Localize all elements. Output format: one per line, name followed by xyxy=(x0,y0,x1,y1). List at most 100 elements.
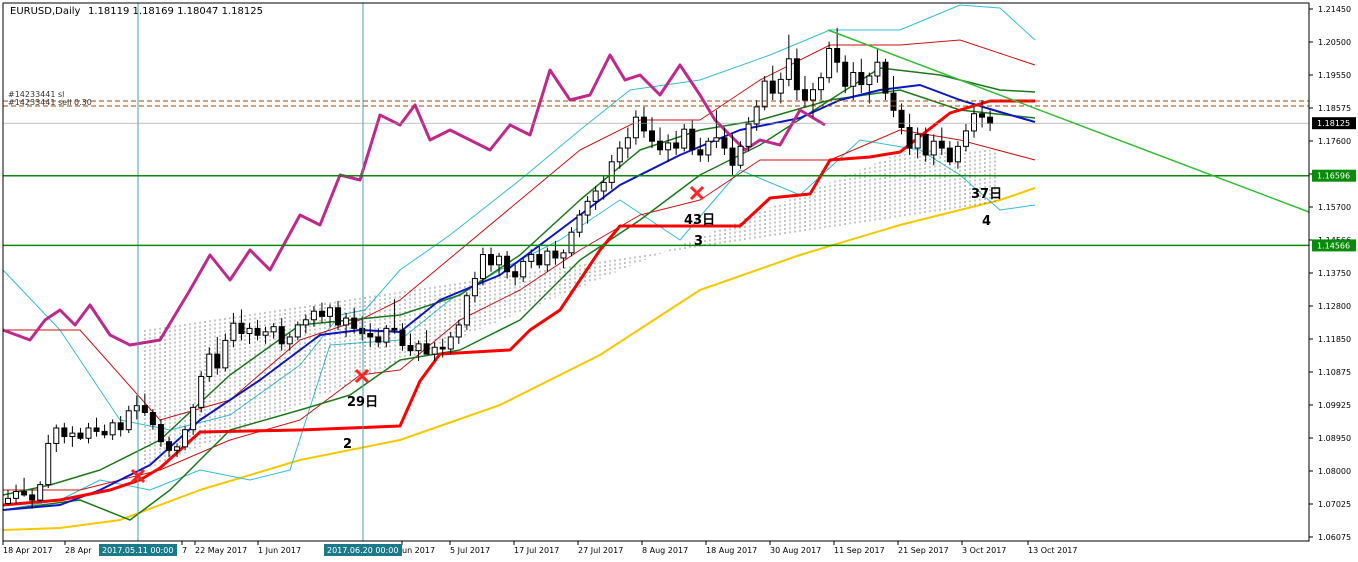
order-sell-label: #14233441 sell 0.30 xyxy=(8,98,92,107)
time-tick-label: 11 Sep 2017 xyxy=(834,546,885,555)
candle-body xyxy=(914,133,921,149)
candle-body xyxy=(930,140,937,156)
candle-body xyxy=(230,322,237,341)
candle-body xyxy=(141,405,148,414)
time-tick-label: 13 Oct 2017 xyxy=(1028,546,1077,555)
candle-body xyxy=(584,200,591,216)
candle-body xyxy=(777,78,784,94)
price-tick-label: 1.08000 xyxy=(1318,467,1351,476)
candle-body xyxy=(222,339,229,369)
candle-body xyxy=(133,405,140,412)
candle-body xyxy=(407,345,414,352)
candle-body xyxy=(560,252,567,259)
price-tick-label: 1.18575 xyxy=(1318,104,1351,113)
ohlc-label: 1.18119 1.18169 1.18047 1.18125 xyxy=(88,6,263,17)
time-tick-label: 28 Apr xyxy=(65,546,92,555)
candle-body xyxy=(318,310,325,317)
candle-body xyxy=(423,343,430,355)
candle-body xyxy=(37,484,44,501)
candle-body xyxy=(874,61,881,77)
candle-body xyxy=(101,430,108,436)
candle-body xyxy=(520,260,527,278)
candle-body xyxy=(697,149,704,156)
price-tick-label: 1.06075 xyxy=(1318,533,1351,542)
candle-body xyxy=(632,116,639,139)
candle-body xyxy=(657,140,664,151)
candle-body xyxy=(214,353,221,369)
candle-body xyxy=(262,331,269,336)
candle-body xyxy=(415,343,422,352)
candle-body xyxy=(496,255,503,266)
time-tick-label: 17 Jul 2017 xyxy=(514,546,559,555)
price-tick-label: 1.13750 xyxy=(1318,269,1351,278)
candle-body xyxy=(455,324,462,338)
crosshair-tag-may: 2017.05.11 00:00 xyxy=(99,544,177,556)
candle-body xyxy=(512,271,519,278)
price-tick-label: 1.12800 xyxy=(1318,302,1351,311)
candle-body xyxy=(834,47,841,63)
candle-body xyxy=(463,295,470,326)
candle-body xyxy=(785,58,792,80)
candle-body xyxy=(149,412,156,426)
time-tick-label: 18 Aug 2017 xyxy=(706,546,757,555)
candle-body xyxy=(488,254,494,266)
candle-body xyxy=(85,427,92,439)
candle-body xyxy=(310,310,317,321)
annotation-number-4: 4 xyxy=(982,214,991,229)
candle-body xyxy=(536,254,543,266)
candle-body xyxy=(77,432,84,439)
candle-body xyxy=(616,147,623,163)
candle-body xyxy=(544,250,551,266)
candle-body xyxy=(649,130,655,142)
candle-body xyxy=(954,145,961,163)
svg-text:1.18125: 1.18125 xyxy=(1317,119,1350,128)
candle-body xyxy=(109,422,116,436)
candle-body xyxy=(673,142,680,149)
candle-body xyxy=(93,427,100,432)
candle-body xyxy=(13,490,20,499)
candle-body xyxy=(608,161,615,183)
price-chart[interactable]: EURUSD,Daily 1.18119 1.18169 1.18047 1.1… xyxy=(0,0,1358,562)
candle-body xyxy=(270,326,277,333)
symbol-label: EURUSD,Daily xyxy=(10,6,81,17)
level-1-badge: 1.16596 xyxy=(1312,169,1356,182)
candle-body xyxy=(254,327,261,336)
candle-body xyxy=(198,375,205,408)
candle-body xyxy=(729,147,736,166)
candle-body xyxy=(665,142,672,151)
candle-body xyxy=(568,231,575,254)
candle-body xyxy=(431,346,438,355)
candle-body xyxy=(174,446,181,451)
candle-body xyxy=(302,319,309,326)
candle-body xyxy=(246,327,253,335)
candle-body xyxy=(294,324,301,338)
candle-body xyxy=(600,181,607,192)
candle-body xyxy=(962,130,969,147)
candle-body xyxy=(761,80,768,108)
candle-body xyxy=(850,72,857,87)
price-tick-label: 1.20500 xyxy=(1318,38,1351,47)
annotation-29-days: 29日 xyxy=(347,395,378,410)
candle-body xyxy=(528,254,535,262)
annotation-43-days: 43日 xyxy=(684,213,715,228)
candle-body xyxy=(624,137,631,149)
candle-body xyxy=(5,497,11,505)
candle-body xyxy=(238,322,245,335)
candle-body xyxy=(737,145,744,166)
price-tick-label: 1.09925 xyxy=(1318,401,1351,410)
candle-body xyxy=(552,250,559,259)
time-tick-label: 1 Jun 2017 xyxy=(258,546,301,555)
time-tick-label: 3 Oct 2017 xyxy=(962,546,1006,555)
price-tick-label: 1.19550 xyxy=(1318,71,1351,80)
svg-text:1.14566: 1.14566 xyxy=(1317,241,1350,250)
candle-body xyxy=(858,72,865,86)
candle-body xyxy=(890,92,897,111)
candle-body xyxy=(906,126,913,149)
candle-body xyxy=(681,128,688,149)
candle-body xyxy=(447,336,454,350)
time-tick-label: 21 Sep 2017 xyxy=(898,546,949,555)
candle-body xyxy=(190,406,197,431)
candle-body xyxy=(979,113,986,118)
candle-body xyxy=(157,424,164,443)
candle-body xyxy=(278,326,285,345)
